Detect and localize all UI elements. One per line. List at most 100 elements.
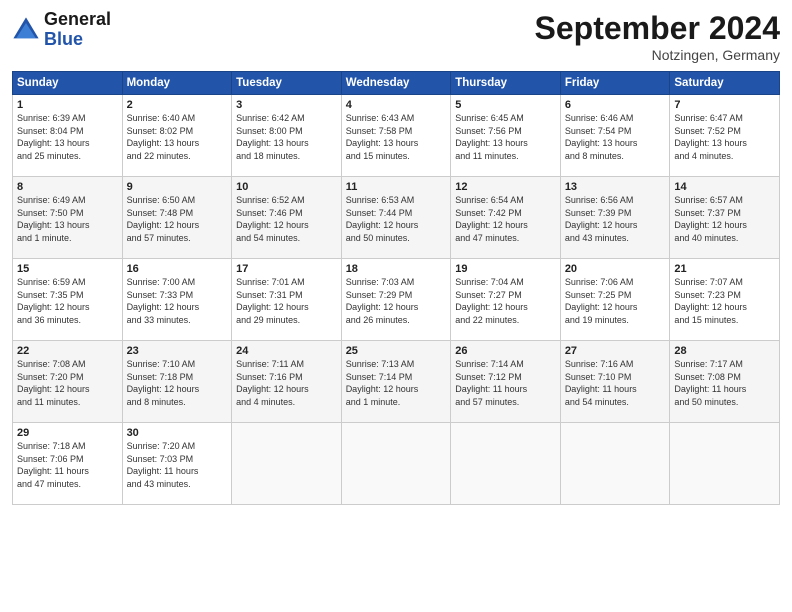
table-row: 17 Sunrise: 7:01 AMSunset: 7:31 PMDayligh… xyxy=(232,259,342,341)
day-number: 9 xyxy=(127,181,228,193)
day-content: Sunrise: 7:11 AMSunset: 7:16 PMDaylight:… xyxy=(236,359,309,407)
table-row: 16 Sunrise: 7:00 AMSunset: 7:33 PMDayligh… xyxy=(122,259,232,341)
col-friday: Friday xyxy=(560,72,670,95)
table-row: 29 Sunrise: 7:18 AMSunset: 7:06 PMDayligh… xyxy=(13,423,123,505)
logo-text: General Blue xyxy=(44,10,111,50)
day-number: 17 xyxy=(236,263,337,275)
day-content: Sunrise: 7:08 AMSunset: 7:20 PMDaylight:… xyxy=(17,359,90,407)
calendar-week-row: 29 Sunrise: 7:18 AMSunset: 7:06 PMDayligh… xyxy=(13,423,780,505)
day-content: Sunrise: 7:04 AMSunset: 7:27 PMDaylight:… xyxy=(455,277,528,325)
table-row xyxy=(232,423,342,505)
col-thursday: Thursday xyxy=(451,72,561,95)
day-content: Sunrise: 7:16 AMSunset: 7:10 PMDaylight:… xyxy=(565,359,637,407)
day-number: 4 xyxy=(346,99,447,111)
day-number: 19 xyxy=(455,263,556,275)
day-number: 25 xyxy=(346,345,447,357)
day-content: Sunrise: 6:49 AMSunset: 7:50 PMDaylight:… xyxy=(17,195,90,243)
table-row: 14 Sunrise: 6:57 AMSunset: 7:37 PMDayligh… xyxy=(670,177,780,259)
day-content: Sunrise: 7:18 AMSunset: 7:06 PMDaylight:… xyxy=(17,441,89,489)
table-row: 20 Sunrise: 7:06 AMSunset: 7:25 PMDayligh… xyxy=(560,259,670,341)
day-number: 15 xyxy=(17,263,118,275)
calendar-table: Sunday Monday Tuesday Wednesday Thursday… xyxy=(12,71,780,505)
day-content: Sunrise: 7:07 AMSunset: 7:23 PMDaylight:… xyxy=(674,277,747,325)
table-row: 3 Sunrise: 6:42 AMSunset: 8:00 PMDaylight… xyxy=(232,95,342,177)
table-row: 24 Sunrise: 7:11 AMSunset: 7:16 PMDayligh… xyxy=(232,341,342,423)
day-number: 5 xyxy=(455,99,556,111)
table-row: 12 Sunrise: 6:54 AMSunset: 7:42 PMDayligh… xyxy=(451,177,561,259)
col-tuesday: Tuesday xyxy=(232,72,342,95)
logo: General Blue xyxy=(12,10,111,50)
table-row: 22Sunrise: 7:08 AMSunset: 7:20 PMDayligh… xyxy=(13,341,123,423)
day-content: Sunrise: 7:17 AMSunset: 7:08 PMDaylight:… xyxy=(674,359,746,407)
day-content: Sunrise: 6:46 AMSunset: 7:54 PMDaylight:… xyxy=(565,113,638,161)
day-number: 26 xyxy=(455,345,556,357)
day-content: Sunrise: 6:50 AMSunset: 7:48 PMDaylight:… xyxy=(127,195,200,243)
day-number: 28 xyxy=(674,345,775,357)
table-row: 8 Sunrise: 6:49 AMSunset: 7:50 PMDaylight… xyxy=(13,177,123,259)
col-wednesday: Wednesday xyxy=(341,72,451,95)
day-number: 3 xyxy=(236,99,337,111)
day-number: 8 xyxy=(17,181,118,193)
table-row: 28 Sunrise: 7:17 AMSunset: 7:08 PMDayligh… xyxy=(670,341,780,423)
day-number: 12 xyxy=(455,181,556,193)
day-content: Sunrise: 6:56 AMSunset: 7:39 PMDaylight:… xyxy=(565,195,638,243)
day-number: 21 xyxy=(674,263,775,275)
calendar-week-row: 15 Sunrise: 6:59 AMSunset: 7:35 PMDayligh… xyxy=(13,259,780,341)
table-row: 7 Sunrise: 6:47 AMSunset: 7:52 PMDaylight… xyxy=(670,95,780,177)
table-row: 27Sunrise: 7:16 AMSunset: 7:10 PMDayligh… xyxy=(560,341,670,423)
table-row: 13 Sunrise: 6:56 AMSunset: 7:39 PMDayligh… xyxy=(560,177,670,259)
table-row xyxy=(341,423,451,505)
table-row: 21 Sunrise: 7:07 AMSunset: 7:23 PMDayligh… xyxy=(670,259,780,341)
col-monday: Monday xyxy=(122,72,232,95)
day-number: 24 xyxy=(236,345,337,357)
day-number: 18 xyxy=(346,263,447,275)
table-row: 2Sunrise: 6:40 AMSunset: 8:02 PMDaylight… xyxy=(122,95,232,177)
day-number: 29 xyxy=(17,427,118,439)
day-number: 10 xyxy=(236,181,337,193)
day-content: Sunrise: 6:42 AMSunset: 8:00 PMDaylight:… xyxy=(236,113,309,161)
day-content: Sunrise: 7:03 AMSunset: 7:29 PMDaylight:… xyxy=(346,277,419,325)
day-number: 20 xyxy=(565,263,666,275)
day-content: Sunrise: 6:54 AMSunset: 7:42 PMDaylight:… xyxy=(455,195,528,243)
table-row: 19 Sunrise: 7:04 AMSunset: 7:27 PMDayligh… xyxy=(451,259,561,341)
table-row: 26Sunrise: 7:14 AMSunset: 7:12 PMDayligh… xyxy=(451,341,561,423)
table-row xyxy=(560,423,670,505)
table-row xyxy=(451,423,561,505)
day-content: Sunrise: 6:47 AMSunset: 7:52 PMDaylight:… xyxy=(674,113,747,161)
table-row: 5 Sunrise: 6:45 AMSunset: 7:56 PMDaylight… xyxy=(451,95,561,177)
table-row: 23Sunrise: 7:10 AMSunset: 7:18 PMDayligh… xyxy=(122,341,232,423)
table-row: 4Sunrise: 6:43 AMSunset: 7:58 PMDaylight… xyxy=(341,95,451,177)
month-title: September 2024 xyxy=(535,10,780,47)
table-row: 11 Sunrise: 6:53 AMSunset: 7:44 PMDayligh… xyxy=(341,177,451,259)
day-number: 16 xyxy=(127,263,228,275)
day-content: Sunrise: 7:06 AMSunset: 7:25 PMDaylight:… xyxy=(565,277,638,325)
calendar-header-row: Sunday Monday Tuesday Wednesday Thursday… xyxy=(13,72,780,95)
col-sunday: Sunday xyxy=(13,72,123,95)
day-content: Sunrise: 6:57 AMSunset: 7:37 PMDaylight:… xyxy=(674,195,747,243)
table-row xyxy=(670,423,780,505)
table-row: 30Sunrise: 7:20 AMSunset: 7:03 PMDayligh… xyxy=(122,423,232,505)
table-row: 6Sunrise: 6:46 AMSunset: 7:54 PMDaylight… xyxy=(560,95,670,177)
calendar-week-row: 22Sunrise: 7:08 AMSunset: 7:20 PMDayligh… xyxy=(13,341,780,423)
day-content: Sunrise: 7:20 AMSunset: 7:03 PMDaylight:… xyxy=(127,441,199,489)
day-content: Sunrise: 6:45 AMSunset: 7:56 PMDaylight:… xyxy=(455,113,528,161)
day-content: Sunrise: 6:39 AMSunset: 8:04 PMDaylight:… xyxy=(17,113,90,161)
day-content: Sunrise: 7:13 AMSunset: 7:14 PMDaylight:… xyxy=(346,359,419,407)
day-content: Sunrise: 7:01 AMSunset: 7:31 PMDaylight:… xyxy=(236,277,309,325)
day-number: 23 xyxy=(127,345,228,357)
table-row: 25 Sunrise: 7:13 AMSunset: 7:14 PMDayligh… xyxy=(341,341,451,423)
calendar-week-row: 1Sunrise: 6:39 AMSunset: 8:04 PMDaylight… xyxy=(13,95,780,177)
day-number: 13 xyxy=(565,181,666,193)
col-saturday: Saturday xyxy=(670,72,780,95)
table-row: 10Sunrise: 6:52 AMSunset: 7:46 PMDayligh… xyxy=(232,177,342,259)
day-content: Sunrise: 6:40 AMSunset: 8:02 PMDaylight:… xyxy=(127,113,200,161)
day-content: Sunrise: 7:00 AMSunset: 7:33 PMDaylight:… xyxy=(127,277,200,325)
day-content: Sunrise: 6:59 AMSunset: 7:35 PMDaylight:… xyxy=(17,277,90,325)
day-content: Sunrise: 6:53 AMSunset: 7:44 PMDaylight:… xyxy=(346,195,419,243)
day-number: 7 xyxy=(674,99,775,111)
table-row: 18 Sunrise: 7:03 AMSunset: 7:29 PMDayligh… xyxy=(341,259,451,341)
day-number: 11 xyxy=(346,181,447,193)
table-row: 9 Sunrise: 6:50 AMSunset: 7:48 PMDaylight… xyxy=(122,177,232,259)
page-header: General Blue September 2024 Notzingen, G… xyxy=(12,10,780,63)
day-number: 14 xyxy=(674,181,775,193)
